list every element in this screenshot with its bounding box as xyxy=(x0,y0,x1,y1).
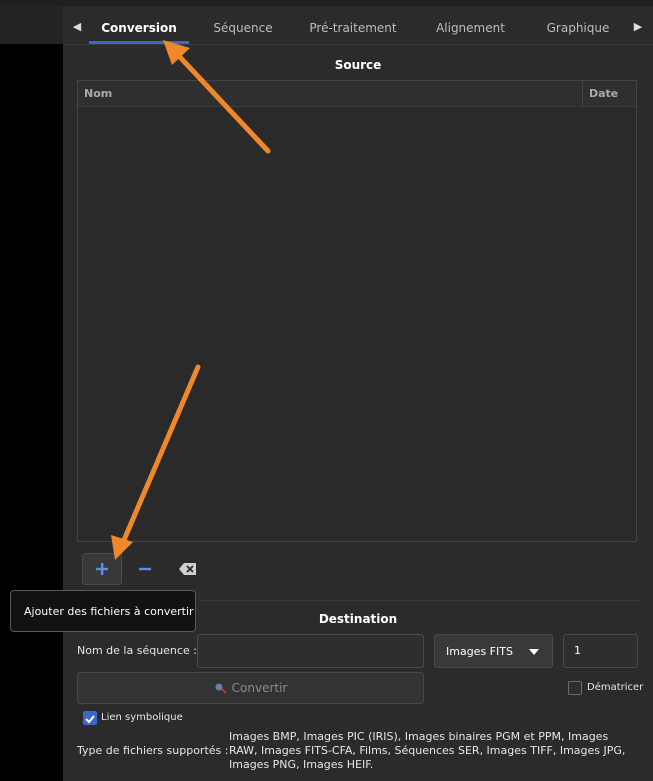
tab-label: Graphique xyxy=(546,21,610,35)
destination-title: Destination xyxy=(318,612,398,626)
tab-graphique[interactable]: Graphique xyxy=(538,12,618,44)
start-index-input[interactable]: 1 xyxy=(563,634,638,668)
supported-types-text: Images BMP, Images PIC (IRIS), Images bi… xyxy=(229,730,626,771)
tab-sequence[interactable]: Séquence xyxy=(203,12,283,44)
convert-icon xyxy=(215,683,227,694)
symlink-checkbox[interactable] xyxy=(83,711,97,725)
column-header-date[interactable]: Date xyxy=(582,81,637,106)
section-divider xyxy=(200,600,640,601)
debayer-label[interactable]: Dématricer xyxy=(587,682,643,693)
left-header-area xyxy=(0,6,63,45)
chevron-down-icon xyxy=(529,649,539,655)
output-format-value: Images FITS xyxy=(446,644,513,658)
remove-files-button[interactable] xyxy=(125,553,165,585)
file-list-header: Nom Date xyxy=(78,81,636,107)
output-format-select[interactable]: Images FITS xyxy=(434,634,553,668)
tab-bar: ◀ Conversion Séquence Pré-traitement Ali… xyxy=(63,6,653,45)
image-viewer-area xyxy=(0,44,63,781)
sequence-name-input[interactable] xyxy=(197,634,424,668)
tab-label: Alignement xyxy=(436,21,505,35)
add-files-button[interactable] xyxy=(82,553,122,585)
tab-label: Pré-traitement xyxy=(309,21,397,35)
supported-types-label: Type de fichiers supportés : xyxy=(77,744,229,757)
plus-icon xyxy=(96,563,108,575)
minus-icon xyxy=(139,567,151,571)
clear-list-button[interactable] xyxy=(168,553,208,585)
debayer-checkbox[interactable] xyxy=(568,681,582,695)
tab-scroll-right-icon[interactable]: ▶ xyxy=(628,12,648,40)
tab-alignement[interactable]: Alignement xyxy=(428,12,513,44)
source-title: Source xyxy=(334,58,382,72)
symlink-label[interactable]: Lien symbolique xyxy=(101,712,183,723)
backspace-clear-icon xyxy=(179,563,196,575)
source-file-list[interactable]: Nom Date xyxy=(77,80,637,542)
checkmark-icon xyxy=(85,715,95,724)
convert-button[interactable]: Convertir xyxy=(77,672,424,704)
column-header-name[interactable]: Nom xyxy=(84,81,574,106)
tab-pretraitement[interactable]: Pré-traitement xyxy=(303,12,403,44)
tab-label: Conversion xyxy=(101,21,177,35)
tab-scroll-left-icon[interactable]: ◀ xyxy=(67,12,87,40)
sequence-name-label: Nom de la séquence : xyxy=(77,644,197,657)
tab-conversion[interactable]: Conversion xyxy=(89,12,189,44)
tab-label: Séquence xyxy=(213,21,273,35)
convert-label: Convertir xyxy=(231,681,288,695)
